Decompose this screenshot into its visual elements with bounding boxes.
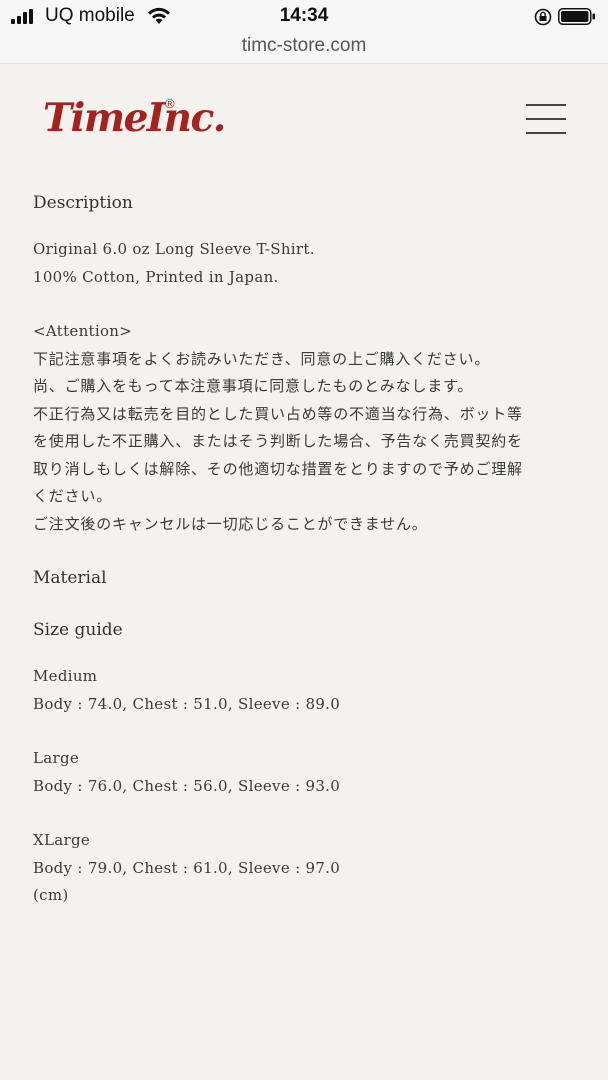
attention-line: 尚、ご購入をもって本注意事項に同意したものとみなします。 [33,377,474,395]
product-details: Description Original 6.0 oz Long Sleeve … [33,193,578,910]
description-heading: Description [33,193,133,213]
registered-mark: ® [165,96,175,111]
unit-note: (cm) [33,886,69,904]
size-measurements: Body : 79.0, Chest : 61.0, Sleeve : 97.0 [33,858,341,877]
size-name: Medium [33,667,98,685]
description-line: Original 6.0 oz Long Sleeve T-Shirt. [33,240,315,258]
rotation-lock-icon [534,8,552,26]
description-line: 100% Cotton, Printed in Japan. [33,267,279,286]
attention-line: ください。 [33,487,113,505]
size-name: XLarge [33,831,91,849]
hamburger-menu-icon[interactable] [522,104,570,136]
attention-line: 不正行為又は転売を目的とした買い占め等の不適当な行為、ボット等 [33,404,523,423]
attention-line: 取り消しもしくは解除、その他適切な措置をとりますので予めご理解 [33,459,523,478]
url-text: timc-store.com [241,35,367,56]
status-bar: UQ mobile 14:34 [0,0,608,34]
site-logo[interactable]: TimeInc. [43,95,226,141]
attention-label: <Attention> [33,322,133,340]
size-name: Large [33,749,80,767]
attention-line: を使用した不正購入、またはそう判断した場合、予告なく売買契約を [33,432,523,450]
attention-line: ご注文後のキャンセルは一切応じることができません。 [33,514,428,533]
clock: 14:34 [279,5,329,26]
size-measurements: Body : 76.0, Chest : 56.0, Sleeve : 93.0 [33,776,341,795]
material-heading: Material [33,568,107,588]
attention-line: 下記注意事項をよくお読みいただき、同意の上ご購入ください。 [33,349,491,368]
address-bar[interactable]: timc-store.com [0,34,608,64]
size-guide-heading: Size guide [33,620,123,640]
size-measurements: Body : 74.0, Chest : 51.0, Sleeve : 89.0 [33,694,341,713]
battery-icon [558,8,595,25]
